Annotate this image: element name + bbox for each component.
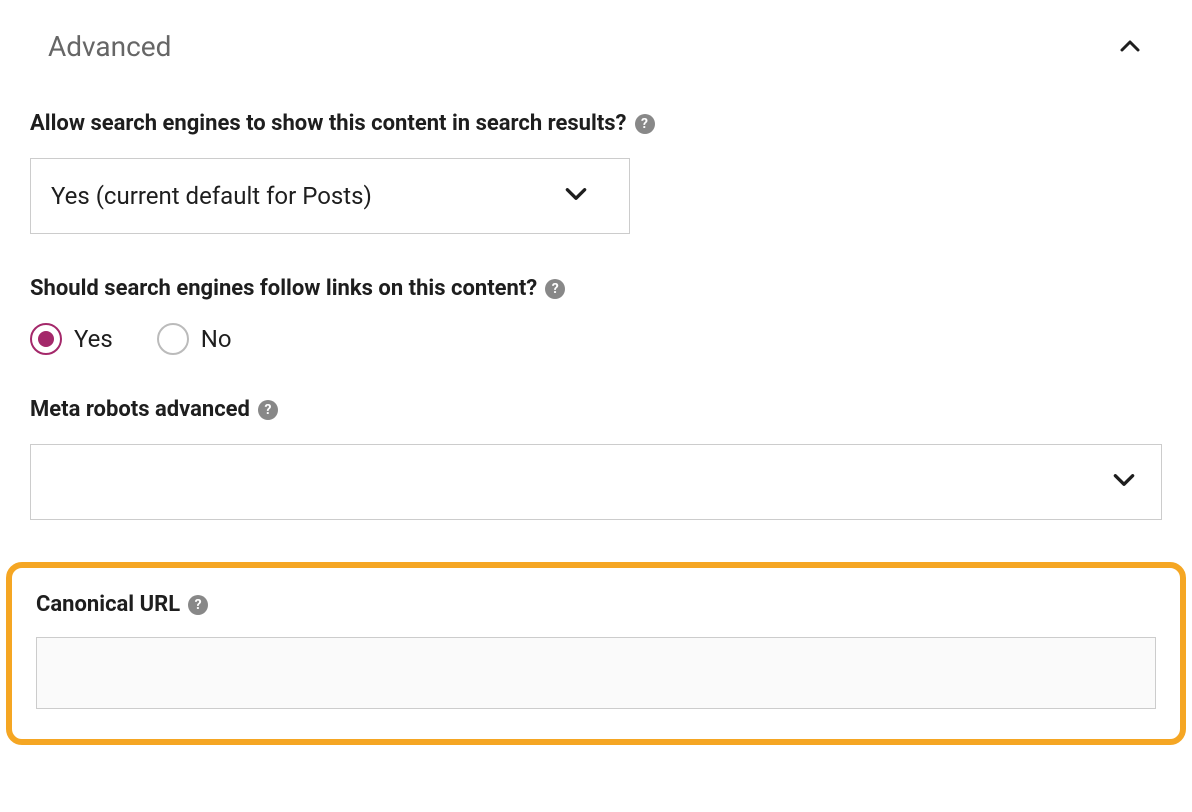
follow-links-label: Should search engines follow links on th… [30, 276, 1162, 301]
allow-search-field: Allow search engines to show this conten… [30, 111, 1162, 234]
canonical-label: Canonical URL ? [36, 592, 1156, 617]
canonical-url-input[interactable] [36, 637, 1156, 709]
help-icon[interactable]: ? [258, 400, 278, 420]
follow-links-label-text: Should search engines follow links on th… [30, 276, 537, 301]
radio-dot-icon [38, 331, 54, 347]
chevron-down-icon [1111, 467, 1137, 497]
allow-search-label-text: Allow search engines to show this conten… [30, 111, 627, 136]
help-icon[interactable]: ? [545, 279, 565, 299]
panel-header[interactable]: Advanced [30, 30, 1162, 63]
help-icon[interactable]: ? [635, 114, 655, 134]
follow-links-yes-label: Yes [74, 325, 113, 353]
canonical-highlight: Canonical URL ? [6, 562, 1186, 745]
follow-links-yes-radio[interactable]: Yes [30, 323, 113, 355]
meta-robots-label: Meta robots advanced ? [30, 397, 1162, 422]
radio-icon [30, 323, 62, 355]
canonical-label-text: Canonical URL [36, 592, 180, 617]
meta-robots-select[interactable] [30, 444, 1162, 520]
follow-links-no-label: No [201, 325, 232, 353]
advanced-panel: Advanced Allow search engines to show th… [0, 0, 1192, 755]
allow-search-label: Allow search engines to show this conten… [30, 111, 1162, 136]
meta-robots-field: Meta robots advanced ? [30, 397, 1162, 520]
follow-links-radio-group: Yes No [30, 323, 1162, 355]
chevron-down-icon [563, 181, 589, 211]
help-icon[interactable]: ? [188, 595, 208, 615]
allow-search-value: Yes (current default for Posts) [51, 182, 372, 210]
follow-links-no-radio[interactable]: No [157, 323, 232, 355]
meta-robots-label-text: Meta robots advanced [30, 397, 250, 422]
allow-search-select[interactable]: Yes (current default for Posts) [30, 158, 630, 234]
follow-links-field: Should search engines follow links on th… [30, 276, 1162, 355]
radio-icon [157, 323, 189, 355]
chevron-up-icon[interactable] [1118, 35, 1142, 59]
panel-title: Advanced [30, 30, 171, 63]
